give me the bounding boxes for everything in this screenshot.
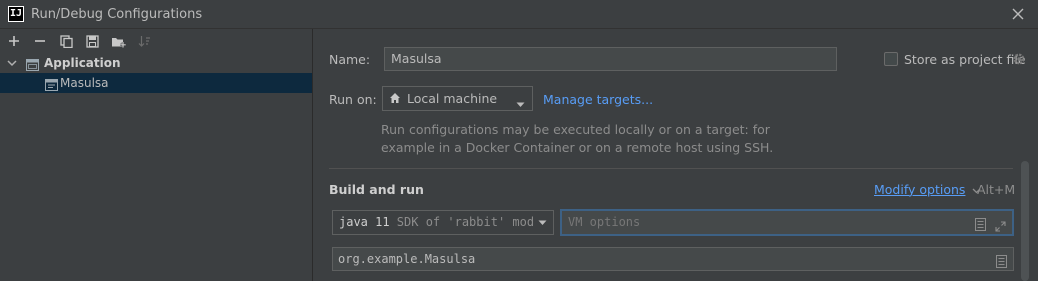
plus-icon [9, 36, 19, 46]
home-icon [389, 92, 401, 107]
modify-options-shortcut: Alt+M [977, 182, 1016, 197]
tree-item-masulsa[interactable]: Masulsa [0, 73, 312, 93]
browse-class-icon[interactable] [996, 253, 1007, 275]
jdk-version: java 11 [339, 215, 390, 229]
run-on-dropdown[interactable]: Local machine [382, 86, 533, 111]
run-on-description-line1: Run configurations may be executed local… [381, 122, 770, 137]
sort-configurations-button[interactable] [134, 31, 154, 51]
store-as-project-file-checkbox[interactable] [884, 52, 898, 66]
manage-targets-link[interactable]: Manage targets... [543, 92, 653, 107]
vertical-scrollbar[interactable] [1021, 161, 1029, 281]
configuration-editor: Name: Masulsa Store as project file Run … [313, 29, 1038, 281]
save-configuration-button[interactable] [82, 31, 102, 51]
copy-configuration-button[interactable] [56, 31, 76, 51]
intellij-logo-icon: IJ [8, 6, 24, 22]
close-icon [1012, 8, 1024, 20]
build-and-run-title: Build and run [329, 182, 424, 197]
modify-options-link[interactable]: Modify options [874, 182, 981, 197]
main-class-value: org.example.Masulsa [338, 252, 476, 266]
save-icon [85, 34, 99, 48]
run-on-label: Run on: [329, 92, 377, 107]
application-config-icon [45, 77, 58, 91]
tree-item-label: Masulsa [60, 76, 109, 90]
configurations-toolbar [0, 29, 312, 53]
remove-configuration-button[interactable] [30, 31, 50, 51]
title-bar: IJ Run/Debug Configurations [0, 0, 1038, 29]
copy-icon [59, 34, 73, 48]
folder-plus-icon [111, 37, 126, 47]
run-on-description-line2: example in a Docker Container or on a re… [381, 140, 774, 155]
configurations-panel: Application Masulsa [0, 29, 313, 281]
add-configuration-button[interactable] [4, 31, 24, 51]
settings-gear-icon[interactable] [1012, 52, 1026, 69]
minus-icon [35, 40, 45, 42]
window-title: Run/Debug Configurations [31, 7, 203, 22]
main-class-input[interactable]: org.example.Masulsa [332, 247, 1014, 271]
close-button[interactable] [1008, 4, 1028, 24]
new-folder-button[interactable] [108, 31, 128, 51]
tree-group-application[interactable]: Application [0, 53, 312, 73]
chevron-down-icon[interactable] [6, 53, 18, 73]
vm-options-placeholder: VM options [568, 215, 641, 229]
chevron-down-icon [516, 96, 525, 111]
name-label: Name: [329, 52, 371, 67]
section-separator [329, 168, 1013, 169]
tree-group-label: Application [44, 56, 121, 70]
expand-text-icon[interactable] [975, 216, 986, 239]
maximize-icon[interactable] [995, 217, 1006, 240]
vm-options-input[interactable]: VM options [560, 209, 1014, 236]
run-on-value: Local machine [407, 91, 498, 106]
jdk-detail: SDK of 'rabbit' modu [389, 215, 542, 229]
store-as-project-file-label: Store as project file [904, 52, 1026, 67]
sort-icon [138, 35, 150, 47]
configurations-tree: Application Masulsa [0, 53, 312, 93]
chevron-down-icon [535, 211, 549, 234]
name-input[interactable]: Masulsa [384, 47, 837, 71]
jdk-dropdown[interactable]: java 11 SDK of 'rabbit' modu [332, 210, 554, 235]
application-icon [26, 57, 39, 71]
